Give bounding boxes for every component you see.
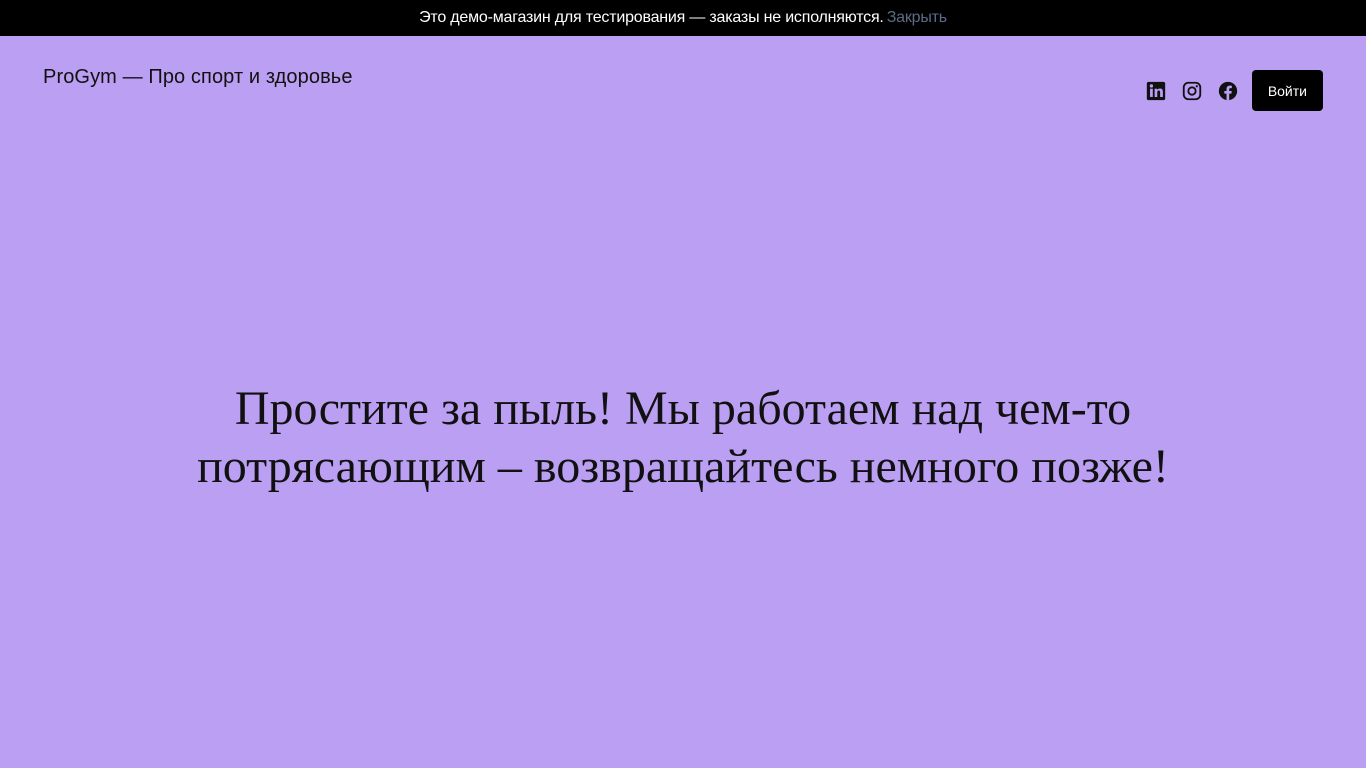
coming-soon-message: Простите за пыль! Мы работаем над чем-то…	[197, 382, 1169, 493]
coming-soon-section: Простите за пыль! Мы работаем над чем-то…	[0, 380, 1366, 496]
demo-store-notice: Это демо-магазин для тестирования — зака…	[0, 0, 1366, 36]
header-actions: Войти	[1144, 70, 1323, 111]
site-title[interactable]: ProGym — Про спорт и здоровье	[43, 66, 353, 89]
login-button[interactable]: Войти	[1251, 70, 1323, 111]
dismiss-notice-link[interactable]: Закрыть	[887, 9, 947, 27]
instagram-icon[interactable]	[1180, 79, 1204, 103]
facebook-icon[interactable]	[1216, 79, 1240, 103]
notice-text: Это демо-магазин для тестирования — зака…	[419, 9, 884, 26]
linkedin-icon[interactable]	[1144, 79, 1168, 103]
